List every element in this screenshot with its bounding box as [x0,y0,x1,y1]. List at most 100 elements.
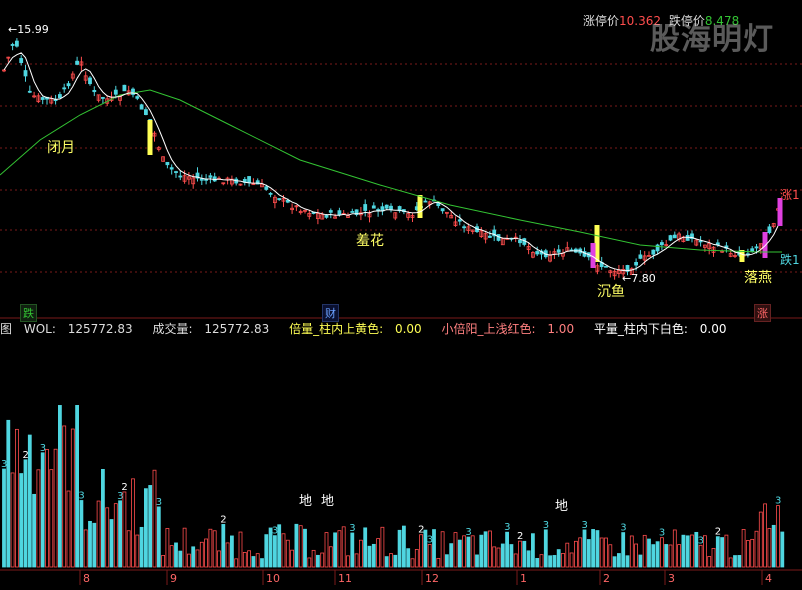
signal-zhang[interactable]: 涨 [754,304,771,322]
volume-bar [444,554,449,568]
volume-bar [152,469,157,568]
volume-bar [298,525,303,568]
volume-bar [397,529,402,568]
volume-bar [715,536,720,568]
volume-bar [393,554,398,568]
volume-bar [664,544,669,568]
volume-bar [131,478,135,568]
volume-bar [143,488,148,568]
volume-bar [199,541,204,568]
volume-bar [79,500,84,568]
volume-bar [328,546,333,568]
volume-bar [724,534,729,568]
volume-bar [251,556,256,568]
volume-bar [303,528,307,568]
volume-bar [707,556,712,568]
candle-body [66,83,71,87]
volume-bar [229,535,234,568]
volume-bar [720,537,724,568]
volume-bar [556,549,561,568]
annotation-biyue: 闭月 [47,140,75,156]
volume-bar [105,507,110,568]
candle-body [462,226,467,229]
volume-bar [763,503,767,568]
ground-label-1: 地 [299,494,312,509]
volume-bar [126,530,131,568]
volume-bar [294,523,299,568]
volume-bar [234,558,239,568]
volume-bar [737,555,742,568]
volume-bar [513,553,518,568]
volume-bar [586,539,591,568]
month-axis: 8 9 10 11 12 1 2 3 4 [0,569,802,585]
volume-bar [668,544,673,568]
candle-body [634,262,638,266]
month-tick-label: 1 [520,572,527,585]
volume-marker: 3 [504,522,510,533]
volume-bar [660,537,664,568]
candle-body [40,97,45,100]
volume-bar [453,532,458,568]
volume-bar [604,537,608,568]
volume-marker: 3 [156,497,162,508]
candle-body [389,205,393,210]
volume-bar [341,526,346,568]
volume-bar [354,553,359,568]
volume-bar [698,544,703,568]
volume-bar [324,532,329,568]
candle-body [668,235,673,241]
volume-bar [617,553,621,568]
volume-bar [101,469,105,568]
volume-marker: 3 [620,523,626,534]
volume-bar [118,500,122,568]
volume-bar [642,534,647,568]
volume-bar [655,541,660,568]
volume-bar [346,555,350,568]
volume-bar [109,519,114,568]
volume-bar [509,544,514,568]
volume-bar [70,428,75,568]
volume-bar [58,405,62,568]
volume-bar [522,540,527,568]
month-tick-label: 4 [765,572,772,585]
volume-bar [156,506,161,568]
volume-bar [427,544,432,568]
volume-bar [449,543,454,568]
volume-bar [96,500,101,568]
volume-bar [419,534,424,568]
volume-bar [19,473,24,568]
volume-bar [750,538,755,568]
candle-body [604,265,608,268]
candle-body [62,87,67,90]
volume-bar [122,491,127,568]
candle-body [208,175,213,178]
volume-bar [165,528,170,568]
volume-bar [638,554,643,568]
volume-bar [569,552,574,568]
volume-bar [578,537,583,568]
annotation-die1: 跌1 [780,252,800,267]
candle-body [350,211,355,213]
volume-marker: 3 [775,496,781,507]
volume-bar [32,493,36,568]
volume-bar [746,540,750,568]
volume-bar [113,503,118,568]
volume-bar [776,505,780,568]
indicator-flat-volume: 平量_柱内下白色: 0.00 [593,322,727,336]
volume-marker: 2 [220,514,226,525]
volume-bar [647,538,651,568]
volume-bar [242,552,247,568]
volume-bar [462,535,467,568]
volume-bar [66,490,71,568]
volume-bar [595,530,600,568]
volume-bar [531,533,535,568]
volume-bar [204,538,209,568]
candle-body [535,251,540,255]
candle-body [638,254,643,259]
volume-bar [27,434,32,568]
candle-body [285,200,290,203]
volume-bar [599,537,604,568]
volume-bar [436,558,441,568]
candle-body [143,109,148,115]
volume-bar [733,555,737,568]
